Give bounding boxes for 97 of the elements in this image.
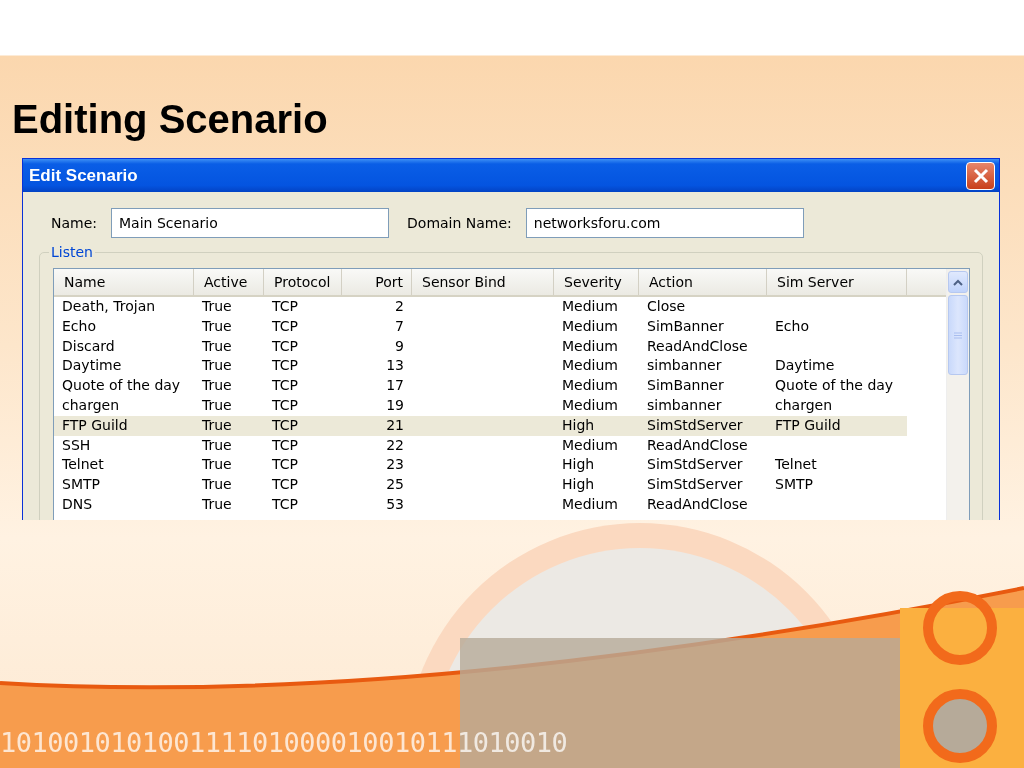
table-cell-text: SimBanner [646,316,725,336]
table-cell-text: Echo [774,316,810,336]
table-cell-text: TCP [271,297,299,316]
table-cell-text: True [201,356,233,376]
table-cell-text: TCP [271,396,299,415]
column-header[interactable]: Name [54,269,194,295]
table-cell-text: 2 [394,297,405,316]
table-cell-text: Medium [561,376,619,396]
chevron-up-icon [953,278,963,286]
table-cell-text: Daytime [61,356,123,376]
table-cell-text: True [201,376,233,396]
table-cell-text: 23 [385,455,405,475]
table-cell-text: Death, Trojan [61,297,157,316]
table-cell-text: High [561,415,596,435]
window-title: Edit Scenario [29,165,138,186]
table-cell-text: 22 [385,435,405,455]
table-cell-text: Quote of the day [774,376,895,396]
table-cell-text: 7 [394,316,405,336]
table-cell-text: TCP [271,475,299,495]
name-field[interactable]: Main Scenario [111,208,390,238]
grip-icon [954,331,962,339]
scroll-thumb[interactable] [948,295,968,375]
table-cell-text: ReadAndClose [646,435,749,455]
table-cell-text: SimBanner [646,376,725,396]
table-cell-text: TCP [271,376,299,396]
table-cell-text: Echo [61,316,97,336]
column-header[interactable]: Action [639,269,767,295]
table-cell-text: SimStdServer [646,455,744,475]
table-cell-text: High [561,455,596,475]
table-cell-text: True [201,494,233,514]
group-title: Listen [50,244,94,260]
domain-name-label: Domain Name: [407,215,512,231]
table-cell-text: Telnet [774,455,818,475]
table-cell-text: TCP [271,455,299,475]
table-cell-text: chargen [61,396,121,415]
table-cell-text: 9 [394,336,405,356]
table-cell-text: TCP [271,356,299,376]
close-icon [972,167,989,184]
table-cell-text: ReadAndClose [646,336,749,356]
table-cell-text: 17 [385,376,405,396]
table-cell-text: Discard [61,336,116,356]
table-cell-text: True [201,455,233,475]
table-cell-text: True [201,415,233,435]
name-label: Name: [51,215,98,231]
table-cell-text: SimStdServer [646,475,744,495]
table-cell-text: 13 [385,356,405,376]
scrollbar[interactable] [946,269,969,520]
table-cell-text: SMTP [61,475,101,495]
table-cell-text: 53 [385,494,405,514]
table-cell-text: FTP Guild [61,415,129,435]
table-cell-text: True [201,475,233,495]
column-header[interactable]: Sensor Bind [412,269,554,295]
table-cell-text: TCP [271,494,299,514]
scroll-up-button[interactable] [948,271,968,293]
table-cell-text: Medium [561,316,619,336]
table-cell-text: Close [646,297,687,316]
slide-title: Editing Scenario [12,96,328,143]
table-cell-text: SMTP [774,475,814,495]
table-cell-text: TCP [271,316,299,336]
table-cell-text: True [201,316,233,336]
table-cell-text: True [201,396,233,415]
table-cell-text: Medium [561,435,619,455]
selected-row[interactable]: FTP Guild True TCP 21 High SimStdServer FTP Guild [54,415,907,436]
binary-text: 101001010100111101000010010111010010 [0,727,568,758]
table-cell-text: Quote of the day [61,376,182,396]
column-header[interactable]: Active [194,269,264,295]
column-header[interactable]: Sim Server [767,269,907,295]
column-header[interactable]: Port [342,269,412,295]
column-header[interactable]: Severity [554,269,639,295]
table-cell-text: DNS [61,494,94,514]
table-cell-text: TCP [271,435,299,455]
table-cell-text: Medium [561,356,619,376]
table-cell-text: True [201,435,233,455]
table-cell-text: True [201,336,233,356]
table-cell-text: ReadAndClose [646,494,749,514]
table-cell-text: High [561,475,596,495]
table-cell-text: 25 [385,475,405,495]
domain-name-field[interactable]: networksforu.com [525,208,804,238]
table-cell-text: 21 [385,415,405,435]
table-cell-text: 19 [385,396,405,415]
table-cell-text: TCP [271,336,299,356]
table-cell-text: Medium [561,396,619,415]
table-cell-text: SSH [61,435,92,455]
table-cell-text: TCP [271,415,299,435]
column-header[interactable]: Protocol [264,269,342,295]
table-cell-text: chargen [774,396,834,415]
table-cell-text: Medium [561,336,619,356]
table-cell-text: FTP Guild [774,415,842,435]
table-cell-text: simbanner [646,356,723,376]
table-cell-text: True [201,297,233,316]
table-cell-text: SimStdServer [646,415,744,435]
table-cell-text: Medium [561,494,619,514]
close-button[interactable] [966,161,995,190]
table-cell-text: Daytime [774,356,836,376]
table-cell-text: Telnet [61,455,105,475]
table-cell-text: Medium [561,297,619,316]
table-cell-text: simbanner [646,396,723,415]
